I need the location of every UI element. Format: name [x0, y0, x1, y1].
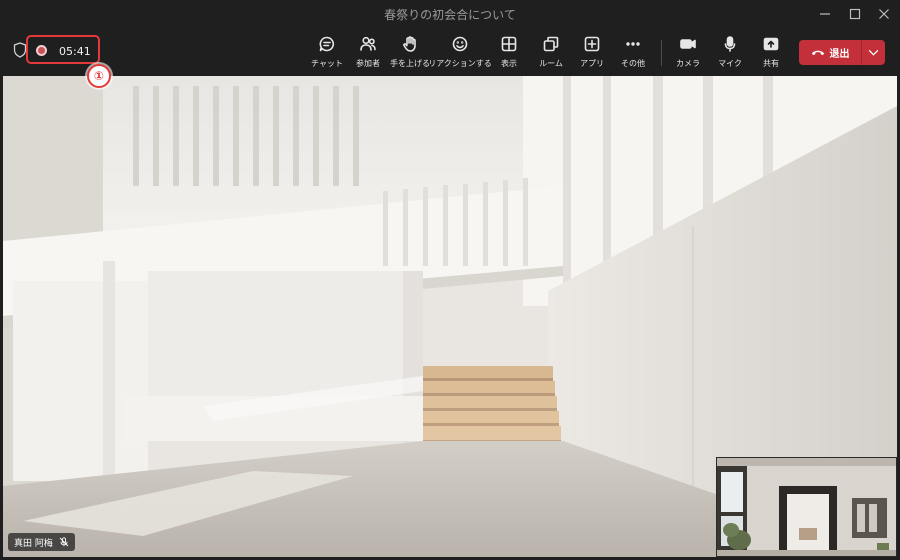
- reaction-button[interactable]: リアクションする: [428, 36, 492, 70]
- hang-up-icon: [811, 50, 824, 56]
- raise-hand-icon: [403, 36, 416, 52]
- maximize-button[interactable]: [840, 0, 870, 28]
- raise-hand-button[interactable]: 手を上げる: [390, 36, 430, 70]
- chevron-down-icon: [868, 49, 879, 56]
- mic-icon: [724, 36, 736, 52]
- share-button[interactable]: 共有: [760, 36, 782, 70]
- apps-icon: [584, 36, 600, 52]
- rooms-icon: [543, 36, 559, 52]
- more-button[interactable]: その他: [620, 36, 646, 70]
- leave-options-button[interactable]: [862, 40, 885, 65]
- meeting-toolbar: 05:41 チャット 参加者 手を上げる リアクションする 表示 ルーム アプリ…: [0, 28, 900, 76]
- chat-button[interactable]: チャット: [311, 36, 343, 70]
- self-view-video[interactable]: [716, 457, 897, 557]
- callout-marker: ①: [87, 64, 111, 88]
- chat-icon: [319, 36, 335, 52]
- close-icon: [879, 9, 889, 19]
- participant-name-tag: 真田 阿梅: [8, 533, 75, 551]
- minimize-button[interactable]: [810, 0, 840, 28]
- reaction-icon: [452, 36, 468, 52]
- leave-button-group: 退出: [799, 40, 885, 65]
- minimize-icon: [820, 13, 830, 15]
- apps-button[interactable]: アプリ: [580, 36, 604, 70]
- recording-icon: [36, 45, 47, 56]
- view-button[interactable]: 表示: [496, 36, 522, 70]
- camera-icon: [680, 39, 696, 49]
- share-icon: [763, 37, 779, 51]
- rooms-button[interactable]: ルーム: [537, 36, 565, 70]
- mic-muted-icon: [59, 537, 69, 547]
- mic-button[interactable]: マイク: [718, 36, 742, 70]
- leave-button[interactable]: 退出: [799, 40, 861, 65]
- more-icon: [626, 42, 640, 46]
- shield-icon: [13, 42, 27, 58]
- participants-button[interactable]: 参加者: [352, 36, 384, 70]
- recording-timer: 05:41: [59, 45, 91, 58]
- close-button[interactable]: [869, 0, 899, 28]
- participant-name: 真田 阿梅: [14, 538, 53, 549]
- maximize-icon: [849, 8, 861, 20]
- self-view-image: [717, 458, 896, 556]
- people-icon: [360, 36, 376, 51]
- camera-button[interactable]: カメラ: [676, 36, 700, 70]
- window-title: 春祭りの初会合について: [384, 8, 516, 22]
- toolbar-separator: [661, 40, 662, 66]
- view-icon: [501, 36, 517, 52]
- title-bar: 春祭りの初会合について: [0, 0, 900, 28]
